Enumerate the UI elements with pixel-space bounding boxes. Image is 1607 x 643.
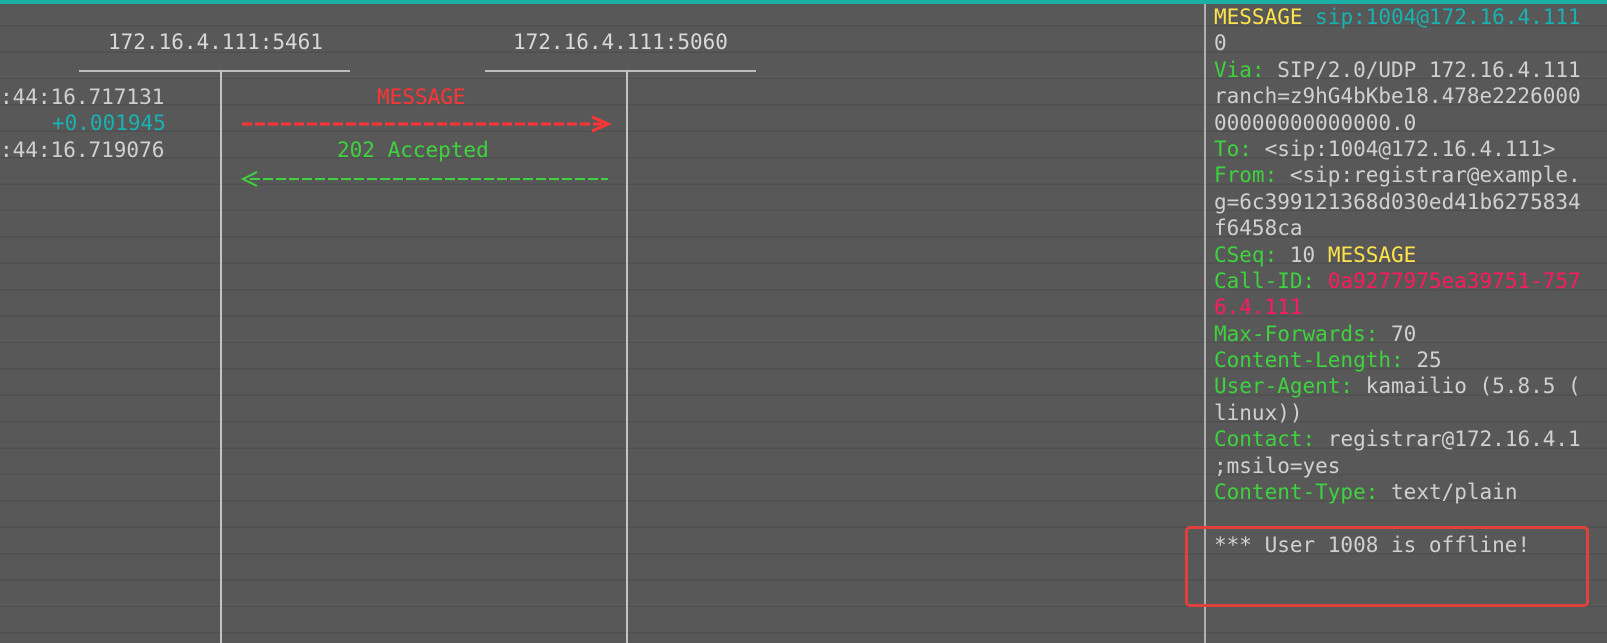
- highlight-annotation-box: [1185, 526, 1589, 607]
- host-header-right-underline: [485, 70, 756, 72]
- header-name: Content-Type:: [1214, 480, 1379, 505]
- detail-from-cont: g=6c399121368d030ed41b6275834: [1214, 189, 1607, 215]
- detail-max-forwards: Max-Forwards: 70: [1214, 321, 1607, 347]
- header-name: To:: [1214, 136, 1252, 161]
- detail-contact-cont: ;msilo=yes: [1214, 453, 1607, 479]
- detail-via: Via: SIP/2.0/UDP 172.16.4.111: [1214, 57, 1607, 83]
- detail-content-length: Content-Length: 25: [1214, 347, 1607, 373]
- header-value: 25: [1416, 348, 1442, 373]
- header-value-cont: ranch=z9hG4bKbe18.478e2226000: [1214, 84, 1581, 109]
- header-value: 70: [1391, 321, 1417, 346]
- detail-user-agent: User-Agent: kamailio (5.8.5 (: [1214, 373, 1607, 399]
- host-header-left: 172.16.4.111:5461: [108, 30, 323, 54]
- lifeline-right: [626, 70, 628, 643]
- header-value: kamailio (5.8.5 (: [1365, 374, 1581, 399]
- detail-request-line: MESSAGE sip:1004@172.16.4.111: [1214, 4, 1607, 30]
- call-id-value: 0a9277975ea39751-757: [1327, 268, 1581, 293]
- flow-message-label[interactable]: MESSAGE: [377, 84, 466, 110]
- flow-message-arrow[interactable]: [240, 114, 612, 134]
- detail-call-id: Call-ID: 0a9277975ea39751-757: [1214, 268, 1607, 294]
- detail-cseq: CSeq: 10 MESSAGE: [1214, 242, 1607, 268]
- request-line-cont: 0: [1214, 31, 1227, 56]
- host-header-right: 172.16.4.111:5060: [513, 30, 728, 54]
- detail-to: To: <sip:1004@172.16.4.111>: [1214, 136, 1607, 162]
- header-value: text/plain: [1391, 480, 1518, 505]
- header-value: 10: [1289, 242, 1316, 267]
- sip-message-detail-panel: MESSAGE sip:1004@172.16.4.111 0 Via: SIP…: [1214, 4, 1607, 558]
- request-method: MESSAGE: [1214, 5, 1303, 29]
- header-name: Content-Length:: [1214, 348, 1404, 373]
- detail-from-cont: f6458ca: [1214, 215, 1607, 241]
- header-name: User-Agent:: [1214, 374, 1354, 399]
- detail-via-cont: 00000000000000.0: [1214, 110, 1607, 136]
- header-name: Contact:: [1214, 427, 1316, 452]
- header-value: SIP/2.0/UDP 172.16.4.111: [1277, 57, 1581, 82]
- flow-timestamp: :44:16.717131: [0, 85, 165, 109]
- header-name: From:: [1214, 163, 1278, 188]
- detail-call-id-cont: 6.4.111: [1214, 294, 1607, 320]
- detail-via-cont: ranch=z9hG4bKbe18.478e2226000: [1214, 83, 1607, 109]
- header-name: Max-Forwards:: [1214, 321, 1379, 346]
- request-uri: sip:1004@172.16.4.111: [1315, 5, 1581, 29]
- detail-content-type: Content-Type: text/plain: [1214, 479, 1607, 505]
- detail-from: From: <sip:registrar@example.: [1214, 162, 1607, 188]
- detail-user-agent-cont: linux)): [1214, 400, 1607, 426]
- header-value-cont: 00000000000000.0: [1214, 110, 1417, 135]
- host-header-left-underline: [79, 70, 350, 72]
- detail-request-line-cont: 0: [1214, 30, 1607, 56]
- header-value-cont: f6458ca: [1214, 216, 1303, 241]
- header-value-cont: ;msilo=yes: [1214, 453, 1341, 478]
- header-name: Call-ID:: [1214, 268, 1316, 293]
- cseq-method: MESSAGE: [1327, 242, 1417, 267]
- header-name: Via:: [1214, 57, 1265, 82]
- header-name: CSeq:: [1214, 242, 1278, 267]
- header-value: <sip:registrar@example.: [1289, 163, 1581, 188]
- call-id-value-cont: 6.4.111: [1214, 295, 1303, 320]
- detail-contact: Contact: registrar@172.16.4.1: [1214, 426, 1607, 452]
- flow-response-label[interactable]: 202 Accepted: [337, 137, 489, 163]
- flow-delta: +0.001945: [52, 111, 166, 135]
- flow-response-arrow[interactable]: [240, 169, 612, 189]
- header-value: <sip:1004@172.16.4.111>: [1264, 136, 1556, 161]
- flow-timestamp: :44:16.719076: [0, 138, 165, 162]
- header-value-cont: linux)): [1214, 400, 1303, 425]
- lifeline-left: [220, 70, 222, 643]
- header-value-cont: g=6c399121368d030ed41b6275834: [1214, 189, 1581, 214]
- header-value: registrar@172.16.4.1: [1327, 427, 1581, 452]
